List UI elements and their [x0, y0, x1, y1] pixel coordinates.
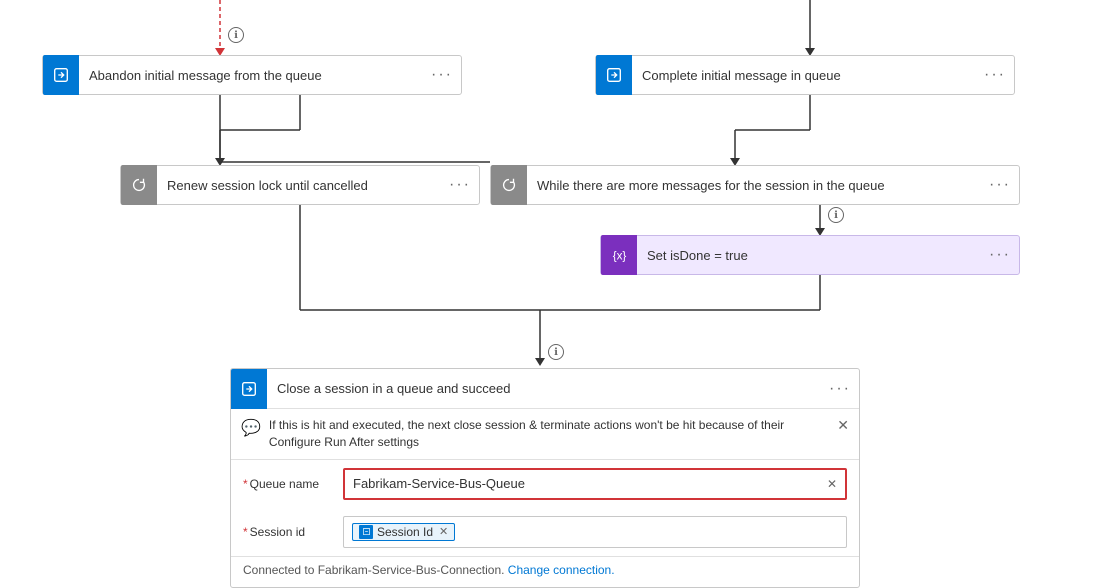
- footer-row: Connected to Fabrikam-Service-Bus-Connec…: [231, 556, 859, 587]
- abandon-node[interactable]: Abandon initial message from the queue ·…: [42, 55, 462, 95]
- session-id-label: *Session id: [243, 525, 333, 539]
- session-token-close-button[interactable]: ✕: [439, 525, 448, 538]
- queue-required-star: *: [243, 477, 248, 491]
- queue-name-input[interactable]: Fabrikam-Service-Bus-Queue ✕: [343, 468, 847, 500]
- while-menu[interactable]: ···: [981, 176, 1019, 194]
- while-node[interactable]: While there are more messages for the se…: [490, 165, 1020, 205]
- renew-icon: [121, 165, 157, 205]
- abandon-icon: [43, 55, 79, 95]
- queue-name-label: *Queue name: [243, 477, 333, 491]
- session-required-star: *: [243, 525, 248, 539]
- footer-text: Connected to Fabrikam-Service-Bus-Connec…: [243, 563, 504, 577]
- session-token-label: Session Id: [377, 525, 433, 539]
- svg-text:{x}: {x}: [613, 250, 627, 263]
- info-icon-while: ℹ: [828, 207, 844, 223]
- complete-menu[interactable]: ···: [976, 66, 1014, 84]
- session-id-input[interactable]: Session Id ✕: [343, 516, 847, 548]
- abandon-label: Abandon initial message from the queue: [79, 68, 423, 83]
- info-icon-close: ℹ: [548, 344, 564, 360]
- info-icon-top: ℹ: [228, 27, 244, 43]
- close-session-icon: [231, 369, 267, 409]
- close-session-card: Close a session in a queue and succeed ·…: [230, 368, 860, 588]
- session-id-token[interactable]: Session Id ✕: [352, 523, 455, 541]
- abandon-menu[interactable]: ···: [423, 66, 461, 84]
- warning-close-button[interactable]: ✕: [837, 417, 849, 434]
- setdone-menu[interactable]: ···: [981, 246, 1019, 264]
- close-session-title: Close a session in a queue and succeed: [267, 381, 821, 396]
- complete-icon: [596, 55, 632, 95]
- queue-name-row: *Queue name Fabrikam-Service-Bus-Queue ✕: [231, 460, 859, 508]
- workflow-canvas: ℹ ℹ ℹ Abandon initial message from the q…: [0, 0, 1100, 580]
- setdone-label: Set isDone = true: [637, 248, 981, 263]
- warning-text: If this is hit and executed, the next cl…: [269, 417, 829, 451]
- warning-icon: 💬: [241, 418, 261, 438]
- complete-label: Complete initial message in queue: [632, 68, 976, 83]
- setdone-node[interactable]: {x} Set isDone = true ···: [600, 235, 1020, 275]
- warning-bar: 💬 If this is hit and executed, the next …: [231, 409, 859, 460]
- while-icon: [491, 165, 527, 205]
- queue-name-value: Fabrikam-Service-Bus-Queue: [353, 476, 525, 491]
- setdone-icon: {x}: [601, 235, 637, 275]
- complete-node[interactable]: Complete initial message in queue ···: [595, 55, 1015, 95]
- queue-name-clear-button[interactable]: ✕: [827, 477, 837, 491]
- renew-label: Renew session lock until cancelled: [157, 178, 441, 193]
- while-label: While there are more messages for the se…: [527, 178, 981, 193]
- close-session-menu[interactable]: ···: [821, 380, 859, 398]
- renew-node[interactable]: Renew session lock until cancelled ···: [120, 165, 480, 205]
- change-connection-link[interactable]: Change connection.: [508, 563, 615, 577]
- session-token-icon: [359, 525, 373, 539]
- close-session-header: Close a session in a queue and succeed ·…: [231, 369, 859, 409]
- renew-menu[interactable]: ···: [441, 176, 479, 194]
- session-id-row: *Session id Session Id ✕: [231, 508, 859, 556]
